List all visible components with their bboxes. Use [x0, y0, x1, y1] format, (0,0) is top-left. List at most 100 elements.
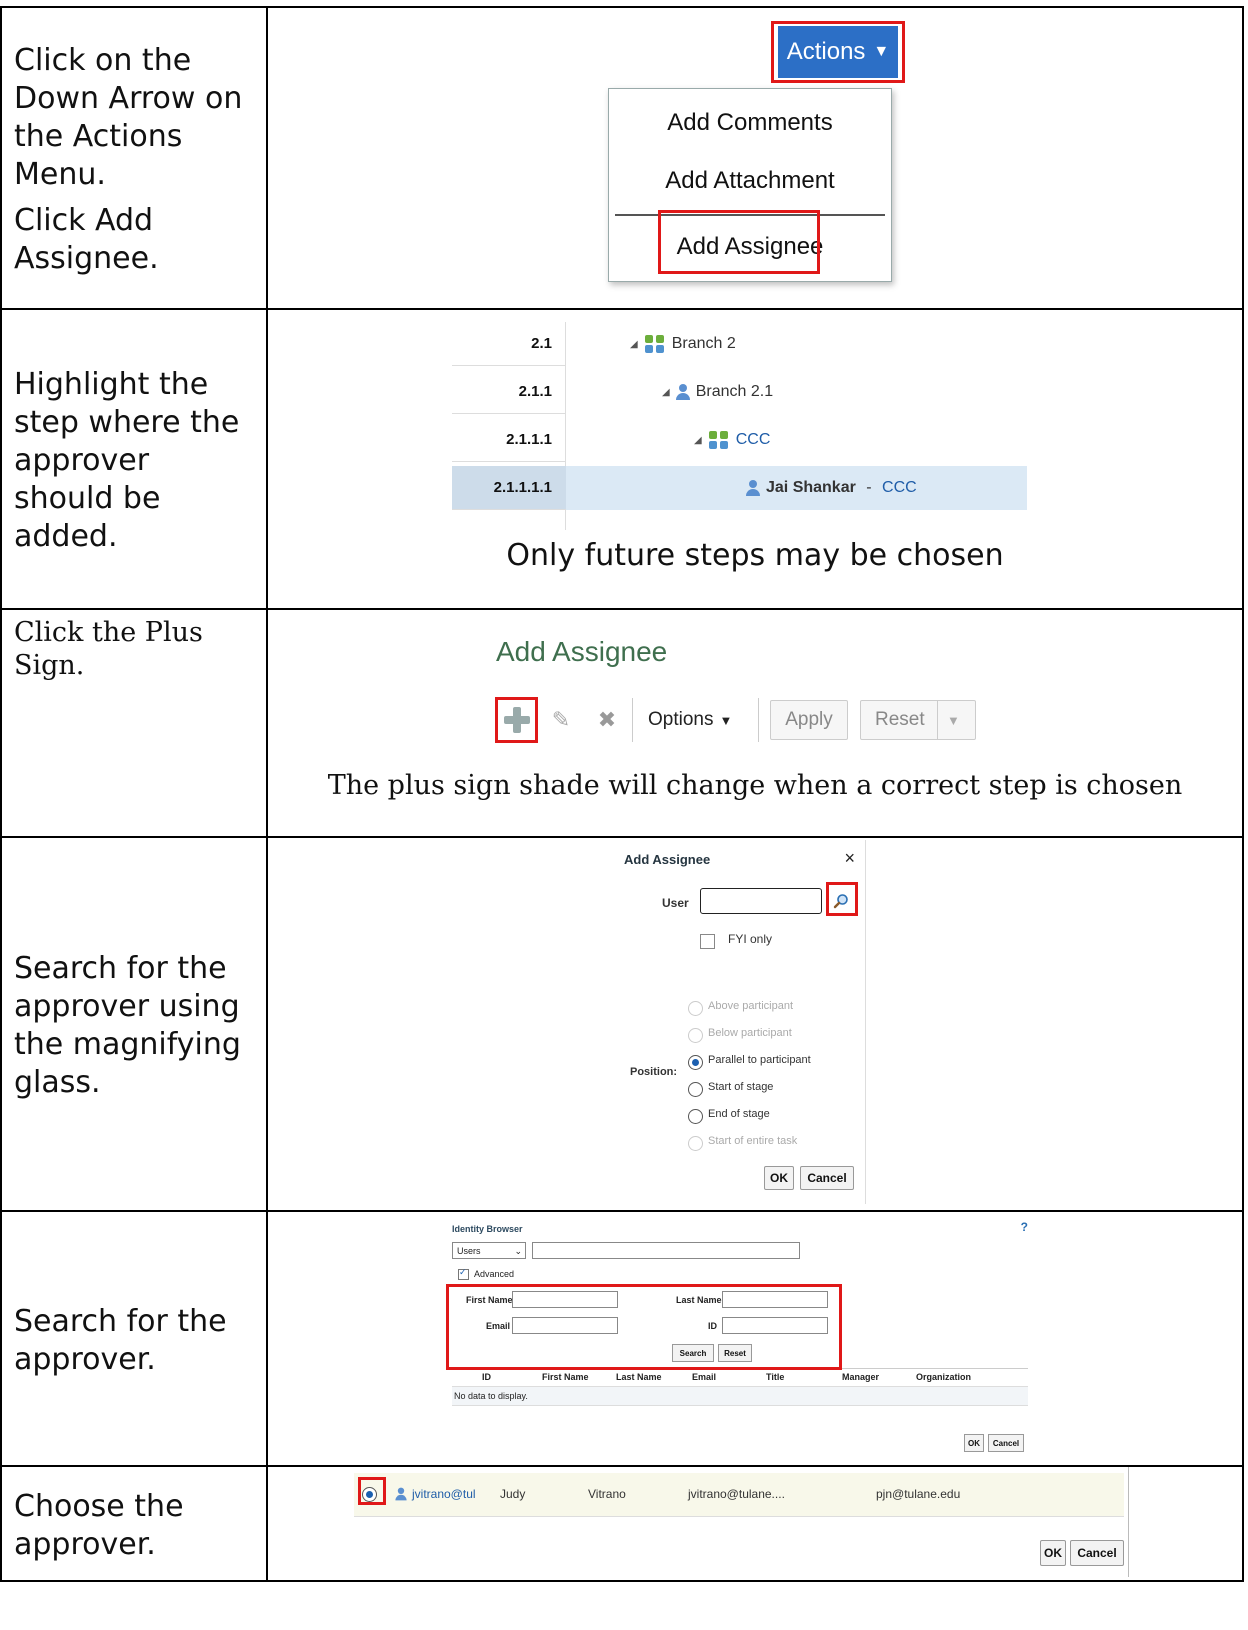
help-icon[interactable]: ? — [1021, 1220, 1028, 1234]
expand-triangle-icon[interactable]: ◢ — [662, 387, 670, 398]
instruction-text: Search for the approver. — [14, 1303, 227, 1377]
screenshot-cell: Add Assignee × User FYI only Above parti… — [266, 836, 1244, 1212]
search-text-input[interactable] — [532, 1242, 800, 1259]
identity-browser-title: Identity Browser — [452, 1224, 523, 1234]
column-header[interactable]: Email — [692, 1372, 716, 1382]
ok-button[interactable]: OK — [764, 1166, 794, 1190]
expand-triangle-icon[interactable]: ◢ — [630, 339, 638, 350]
highlight-box — [771, 21, 905, 83]
screenshot-cell: jvitrano@tul Judy Vitrano jvitrano@tulan… — [266, 1465, 1244, 1582]
screenshot-cell: Add Assignee ✎ ✖ Options ▼ Apply Reset ▼ — [266, 608, 1244, 838]
step-row-search-magnifier: Search for the approver using the magnif… — [0, 836, 1244, 1212]
group-icon — [644, 335, 666, 353]
tree-label: Branch 2 — [671, 335, 736, 352]
result-row[interactable]: jvitrano@tul Judy Vitrano jvitrano@tulan… — [354, 1473, 1124, 1517]
ok-button[interactable]: OK — [1040, 1540, 1066, 1566]
instruction-text: Choose the approver. — [14, 1488, 184, 1562]
cancel-button[interactable]: Cancel — [988, 1434, 1024, 1452]
advanced-label: Advanced — [474, 1269, 515, 1279]
radio-parallel-to-participant[interactable] — [688, 1055, 703, 1070]
instruction-cell: Search for the approver using the magnif… — [0, 836, 268, 1212]
step-row-identity-search: Search for the approver. Identity Browse… — [0, 1210, 1244, 1467]
position-label: Position: — [630, 1066, 678, 1078]
edit-pencil-button[interactable]: ✎ — [546, 698, 576, 742]
column-header[interactable]: Title — [766, 1372, 784, 1382]
option-label: End of stage — [708, 1108, 770, 1120]
user-label: User — [662, 896, 689, 910]
radio-below-participant[interactable] — [688, 1028, 703, 1043]
toolbar-divider — [758, 698, 759, 742]
person-icon — [675, 384, 690, 400]
type-select-value: Users — [457, 1246, 481, 1256]
instruction-cell: Highlight the step where the approver sh… — [0, 308, 268, 610]
instruction-text: Search for the approver using the magnif… — [14, 951, 241, 1100]
empty-table-message: No data to display. — [454, 1391, 528, 1401]
reset-button[interactable]: Reset ▼ — [860, 700, 976, 740]
screenshot-cell: Identity Browser ? Users ⌄ ✓ Advanced Fi… — [266, 1210, 1244, 1467]
tree-label: CCC — [735, 431, 771, 448]
checkmark-icon: ✓ — [459, 1267, 467, 1277]
step-number: 2.1.1.1.1 — [452, 466, 566, 510]
user-input[interactable] — [700, 888, 822, 914]
instruction-cell: Click on the Down Arrow on the Actions M… — [0, 6, 268, 310]
screenshot-cell: 2.1 ◢ Branch 2 2.1.1 ◢ Branch 2.1 2.1.1.… — [266, 308, 1244, 610]
person-icon — [395, 1487, 407, 1501]
tree-row-selected[interactable]: 2.1.1.1.1 Jai Shankar - CCC — [452, 466, 1027, 510]
screenshot-cell: Actions ▼ Add Comments Add Attachment Ad… — [266, 6, 1244, 310]
instruction-text: Click the Plus Sign. — [14, 617, 203, 681]
step-row-select-step: Highlight the step where the approver sh… — [0, 308, 1244, 610]
person-icon — [746, 480, 760, 496]
column-header[interactable]: Last Name — [616, 1372, 662, 1382]
step-row-plus-sign: Click the Plus Sign. Add Assignee ✎ ✖ Op… — [0, 608, 1244, 838]
result-manager: pjn@tulane.edu — [876, 1487, 961, 1501]
apply-button[interactable]: Apply — [770, 700, 848, 740]
caption: Only future steps may be chosen — [506, 538, 1004, 573]
advanced-checkbox[interactable]: ✓ — [458, 1267, 469, 1280]
column-header[interactable]: ID — [482, 1372, 491, 1382]
close-icon[interactable]: × — [844, 848, 855, 869]
radio-start-of-stage[interactable] — [688, 1082, 703, 1097]
delete-button[interactable]: ✖ — [592, 698, 622, 742]
column-header[interactable]: Manager — [842, 1372, 879, 1382]
option-label: Parallel to participant — [708, 1054, 811, 1066]
result-email: jvitrano@tulane.... — [688, 1487, 785, 1501]
type-select[interactable]: Users ⌄ — [452, 1242, 526, 1259]
ok-button[interactable]: OK — [964, 1434, 984, 1452]
expand-triangle-icon[interactable]: ◢ — [694, 435, 702, 446]
highlight-box — [658, 210, 820, 274]
step-number: 2.1 — [452, 322, 566, 366]
option-label: Above participant — [708, 1000, 793, 1012]
instructions-table: Click on the Down Arrow on the Actions M… — [0, 6, 1244, 1582]
column-header[interactable]: First Name — [542, 1372, 589, 1382]
menu-item-add-comments[interactable]: Add Comments — [609, 109, 891, 137]
cancel-button[interactable]: Cancel — [1070, 1540, 1124, 1566]
tree-row[interactable]: 2.1 ◢ Branch 2 — [452, 322, 1027, 366]
radio-above-participant[interactable] — [688, 1001, 703, 1016]
instruction-text: Click on the Down Arrow on the Actions M… — [14, 43, 243, 192]
result-id[interactable]: jvitrano@tul — [412, 1487, 476, 1501]
options-label: Options — [648, 709, 714, 730]
options-menu[interactable]: Options ▼ — [648, 698, 732, 742]
reset-label: Reset — [875, 709, 925, 730]
step-row-choose-approver: Choose the approver. jvitrano@tul Judy V… — [0, 1465, 1244, 1582]
column-header[interactable]: Organization — [916, 1372, 971, 1382]
tree-row[interactable]: 2.1.1 ◢ Branch 2.1 — [452, 370, 1027, 414]
tree-label: Branch 2.1 — [695, 383, 774, 400]
radio-start-of-entire-task[interactable] — [688, 1136, 703, 1151]
caret-down-icon: ▼ — [947, 712, 960, 728]
highlight-box — [358, 1477, 386, 1505]
tree-row[interactable]: 2.1.1.1 ◢ CCC — [452, 418, 1027, 462]
fyi-checkbox[interactable] — [700, 934, 715, 949]
option-label: Start of stage — [708, 1081, 774, 1093]
option-label: Start of entire task — [708, 1135, 798, 1147]
instruction-cell: Search for the approver. — [0, 1210, 268, 1467]
radio-end-of-stage[interactable] — [688, 1109, 703, 1124]
assignee-name: Jai Shankar — [766, 479, 856, 496]
step-number: 2.1.1.1 — [452, 418, 566, 462]
menu-item-add-attachment[interactable]: Add Attachment — [609, 167, 891, 195]
instruction-cell: Click the Plus Sign. — [0, 608, 268, 838]
cancel-button[interactable]: Cancel — [800, 1166, 854, 1190]
highlight-box — [495, 697, 538, 743]
pencil-icon: ✎ — [551, 707, 571, 732]
toolbar-divider — [632, 698, 633, 742]
